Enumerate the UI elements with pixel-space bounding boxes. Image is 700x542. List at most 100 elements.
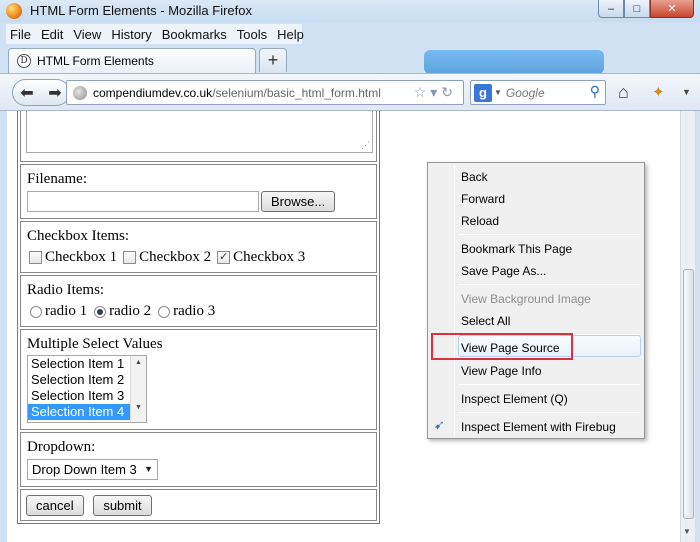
url-bar[interactable]: compendiumdev.co.uk/selenium/basic_html_… (66, 80, 464, 105)
menu-item-back[interactable]: Back (461, 167, 488, 187)
radio-3[interactable] (158, 305, 171, 318)
dropdown-select[interactable]: Drop Down Item 3 ▼ (27, 459, 158, 480)
radio-3-label: radio 3 (173, 303, 216, 319)
menu-item-save-page-as[interactable]: Save Page As... (461, 261, 546, 281)
menu-bar: File Edit View History Bookmarks Tools H… (6, 24, 304, 44)
back-forward-group: ⬅ ➡ (12, 79, 70, 106)
menu-separator (458, 384, 640, 385)
checkbox-items-label: Checkbox Items: (27, 228, 130, 244)
checkbox-1[interactable] (29, 251, 42, 264)
menu-view[interactable]: View (68, 27, 106, 42)
radio-1[interactable] (30, 305, 42, 318)
tab-html-form-elements[interactable]: D HTML Form Elements (8, 48, 256, 73)
scrollbar-thumb[interactable] (683, 269, 694, 519)
scroll-down-icon[interactable]: ▼ (131, 404, 146, 411)
google-icon[interactable]: g (474, 83, 492, 102)
chevron-down-icon[interactable]: ▼ (144, 460, 153, 479)
scroll-up-icon[interactable]: ▲ (131, 359, 146, 366)
home-icon[interactable]: ⌂ (618, 82, 629, 103)
title-bar: HTML Form Elements - Mozilla Firefox – □… (0, 0, 700, 22)
new-tab-button[interactable]: + (259, 48, 287, 72)
menu-gutter (454, 165, 455, 436)
submit-button[interactable]: submit (93, 495, 152, 516)
firefox-logo-icon (6, 3, 22, 19)
dropdown-label: Dropdown: (27, 439, 96, 455)
page-favicon-icon: D (17, 54, 31, 68)
background-window-decoration (424, 50, 604, 74)
listbox-scrollbar[interactable]: ▲ ▼ (130, 356, 146, 422)
list-item[interactable]: Selection Item 3 (28, 388, 130, 404)
red-annotation-box (431, 333, 573, 360)
checkbox-1-label: Checkbox 1 (45, 249, 118, 265)
checkbox-3[interactable]: ✓ (217, 251, 231, 264)
list-item[interactable]: Selection Item 2 (28, 372, 130, 388)
scroll-down-arrow-icon[interactable]: ▼ (683, 527, 691, 536)
globe-icon (73, 85, 87, 100)
checkbox-3-label: Checkbox 3 (233, 249, 306, 265)
radio-items-label: Radio Items: (27, 282, 105, 298)
menu-item-select-all[interactable]: Select All (461, 311, 510, 331)
menu-bookmarks[interactable]: Bookmarks (157, 27, 232, 42)
resize-grip-icon[interactable]: ⋰ (361, 140, 370, 151)
url-path: /selenium/basic_html_form.html (212, 85, 381, 100)
firebug-inspect-icon: ➹ (434, 417, 445, 432)
cancel-button[interactable]: cancel (26, 495, 84, 516)
multiple-select-listbox[interactable]: Selection Item 1 Selection Item 2 Select… (27, 355, 147, 423)
minimize-button[interactable]: – (598, 0, 624, 18)
toolbar-dropdown-icon[interactable]: ▼ (682, 87, 691, 97)
window-title: HTML Form Elements - Mozilla Firefox (30, 3, 252, 18)
checkbox-2-label: Checkbox 2 (139, 249, 212, 265)
buttons-cell: cancel submit (20, 489, 377, 521)
search-engine-dropdown-icon[interactable]: ▼ (494, 88, 502, 97)
filename-input[interactable] (27, 191, 259, 212)
menu-item-inspect-with-firebug[interactable]: Inspect Element with Firebug (461, 417, 616, 437)
window-frame-edge (695, 111, 700, 542)
menu-separator (458, 412, 640, 413)
menu-separator (458, 234, 640, 235)
radio-2[interactable] (94, 305, 107, 318)
firebug-icon[interactable]: ✦ (652, 83, 665, 101)
url-host: compendiumdev.co.uk (93, 85, 213, 100)
menu-item-inspect-element[interactable]: Inspect Element (Q) (461, 389, 568, 409)
filename-cell: Filename: Browse... (20, 164, 377, 219)
close-button[interactable]: ✕ (650, 0, 694, 18)
search-input[interactable]: Google (506, 86, 545, 100)
menu-separator (458, 284, 640, 285)
html-form: ⋰ Filename: Browse... Checkbox Items: Ch… (17, 111, 380, 524)
checkbox-2[interactable] (123, 251, 137, 264)
tab-label: HTML Form Elements (37, 54, 154, 68)
menu-file[interactable]: File (6, 27, 36, 42)
search-bar[interactable]: g ▼ Google ⚲ (470, 80, 606, 105)
search-icon[interactable]: ⚲ (590, 83, 600, 100)
maximize-button[interactable]: □ (624, 0, 650, 18)
menu-tools[interactable]: Tools (232, 27, 272, 42)
menu-item-view-background-image: View Background Image (461, 292, 591, 306)
back-button[interactable]: ⬅ (13, 83, 41, 103)
menu-item-reload[interactable]: Reload (461, 211, 499, 231)
menu-item-forward[interactable]: Forward (461, 189, 505, 209)
navigation-bar: ⬅ ➡ compendiumdev.co.uk/selenium/basic_h… (0, 73, 700, 111)
menu-item-view-page-info[interactable]: View Page Info (461, 361, 542, 381)
bookmark-star-reload-icons[interactable]: ☆▾↻ (414, 84, 457, 101)
comments-textarea[interactable]: ⋰ (26, 111, 373, 153)
textarea-cell: ⋰ (20, 111, 377, 162)
multiple-select-label: Multiple Select Values (27, 336, 163, 352)
radio-2-label: radio 2 (109, 303, 152, 319)
radio-cell: Radio Items: radio 1 radio 2 radio 3 (20, 275, 377, 327)
context-menu: Back Forward Reload Bookmark This Page S… (427, 162, 645, 439)
page-scrollbar[interactable]: ▼ (680, 111, 695, 542)
dropdown-cell: Dropdown: Drop Down Item 3 ▼ (20, 432, 377, 487)
list-item[interactable]: Selection Item 1 (28, 356, 130, 372)
menu-edit[interactable]: Edit (36, 27, 68, 42)
list-item-selected[interactable]: Selection Item 4 (28, 404, 130, 420)
checkbox-cell: Checkbox Items: Checkbox 1 Checkbox 2 ✓ … (20, 221, 377, 273)
menu-item-bookmark-page[interactable]: Bookmark This Page (461, 239, 572, 259)
filename-label: Filename: (27, 171, 87, 187)
window-controls: – □ ✕ (598, 0, 694, 18)
browse-button[interactable]: Browse... (261, 191, 336, 212)
dropdown-value: Drop Down Item 3 (32, 462, 137, 477)
multiselect-cell: Multiple Select Values Selection Item 1 … (20, 329, 377, 430)
forward-button[interactable]: ➡ (41, 83, 69, 103)
menu-help[interactable]: Help (272, 27, 309, 42)
menu-history[interactable]: History (106, 27, 156, 42)
